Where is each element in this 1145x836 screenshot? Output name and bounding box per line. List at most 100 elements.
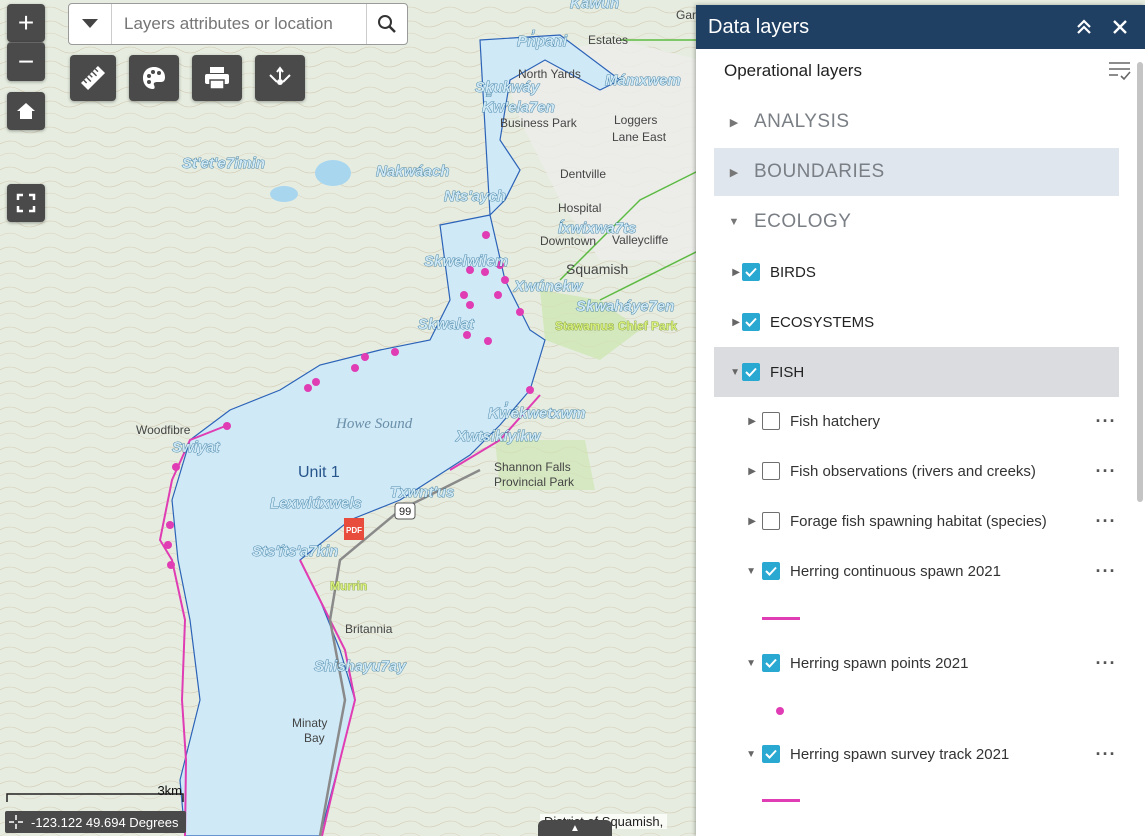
map-label: Sḵ̱ukwáy [475,79,540,97]
layer-label: ECOSYSTEMS [770,313,875,331]
map-label-town: Downtown [540,234,596,248]
search-button[interactable] [366,4,407,44]
more-options-icon[interactable]: ··· [1093,561,1119,582]
map-label: Skwaháye7en [576,298,674,315]
chevron-right-icon[interactable]: ▶ [714,466,762,477]
map-label: Nts'aych [444,188,506,205]
data-layers-panel: Data layers Operational layers ▶ ANALYSI… [696,5,1145,836]
more-options-icon[interactable]: ··· [1093,461,1119,482]
more-options-icon[interactable]: ··· [1093,653,1119,674]
layer-fish[interactable]: ▼ FISH [714,347,1119,397]
sublayer-fish-observations[interactable]: ▶ Fish observations (rivers and creeks) … [714,448,1119,494]
fullscreen-icon [16,193,36,213]
panel-scrollbar[interactable] [1137,62,1143,502]
coordinate-readout[interactable]: -123.122 49.694 Degrees [5,811,187,833]
map-label-town: Hospital [558,201,601,215]
zoom-out-button[interactable]: − [7,42,45,81]
layer-checkbox[interactable] [762,745,780,763]
sublayer-forage-fish[interactable]: ▶ Forage fish spawning habitat (species)… [714,498,1119,544]
sublayer-label: Fish hatchery [790,412,881,430]
chevron-right-icon[interactable]: ▶ [714,267,742,278]
chevron-down-icon[interactable]: ▼ [714,367,742,378]
map-label-water: Howe Sound [335,416,413,432]
chevron-right-icon[interactable]: ▶ [714,516,762,527]
close-panel-button[interactable] [1107,14,1133,40]
map-label-town: Squamish [566,261,628,277]
home-button[interactable] [7,92,45,130]
operational-layers-header: Operational layers [696,49,1145,93]
chevron-right-icon: ▶ [729,166,739,179]
legend-point-swatch [776,707,784,715]
search-source-dropdown[interactable] [69,4,112,44]
sublayer-fish-hatchery[interactable]: ▶ Fish hatchery ··· [714,398,1119,444]
layer-checkbox[interactable] [742,313,760,331]
chevron-down-icon[interactable]: ▼ [714,658,762,669]
layer-checkbox[interactable] [742,363,760,381]
map-label: Skwelwilem [424,253,508,270]
chevron-right-icon[interactable]: ▶ [714,416,762,427]
map-label-town: Shannon Falls [494,460,571,474]
pdf-icon-label: PDF [346,526,362,535]
more-options-icon[interactable]: ··· [1093,411,1119,432]
filter-list-icon [1109,62,1131,81]
group-ecology[interactable]: ▼ ECOLOGY [714,198,1119,246]
layer-birds[interactable]: ▶ BIRDS [714,248,1119,296]
more-options-icon[interactable]: ··· [1093,511,1119,532]
palette-icon [143,67,165,89]
check-icon [765,749,777,759]
chevron-up-icon: ▲ [570,822,580,834]
style-button[interactable] [129,55,179,101]
group-boundaries[interactable]: ▶ BOUNDARIES [714,148,1119,196]
layer-checkbox[interactable] [762,562,780,580]
panel-title: Data layers [708,15,810,38]
layer-checkbox[interactable] [762,512,780,530]
chevron-right-icon: ▶ [729,116,739,129]
layer-options-button[interactable] [1107,58,1133,84]
sublayer-herring-continuous[interactable]: ▼ Herring continuous spawn 2021 ··· [714,548,1119,594]
check-icon [745,317,757,327]
sublayer-herring-points[interactable]: ▼ Herring spawn points 2021 ··· [714,640,1119,686]
map-label-town: Dentville [560,167,606,181]
scale-label: 3km [157,783,182,798]
map-label-park: Murrin [330,579,367,593]
chevron-right-icon[interactable]: ▶ [714,317,742,328]
map-label-town: North Yards [518,67,581,81]
map-label: Shishayu7ay [314,658,406,675]
group-analysis[interactable]: ▶ ANALYSIS [714,98,1119,146]
sublayer-label: Herring continuous spawn 2021 [790,562,1001,580]
collapse-panel-button[interactable] [1071,14,1097,40]
chevron-down-icon[interactable]: ▼ [714,566,762,577]
layer-ecosystems[interactable]: ▶ ECOSYSTEMS [714,298,1119,346]
layer-checkbox[interactable] [762,654,780,672]
layer-checkbox[interactable] [762,412,780,430]
group-label: BOUNDARIES [754,161,885,182]
share-icon [269,66,291,85]
group-label: ECOLOGY [754,211,852,232]
map-label: Mámxwem [605,72,681,89]
map-label: Xwúnekw [513,278,584,295]
map-label-town: Loggers [614,113,657,127]
sublayer-label: Herring spawn survey track 2021 [790,745,1010,763]
map-label-unit: Unit 1 [298,464,340,481]
search-input[interactable] [112,6,366,42]
sublayer-herring-track[interactable]: ▼ Herring spawn survey track 2021 ··· [714,731,1119,777]
share-button[interactable] [255,55,305,101]
print-button[interactable] [192,55,242,101]
chevron-down-icon[interactable]: ▼ [714,749,762,760]
map-label-town: Lane East [612,130,667,144]
coordinate-text: -123.122 49.694 Degrees [31,814,179,830]
sublayer-label: Forage fish spawning habitat (species) [790,512,1047,530]
crosshair-icon [9,815,23,829]
layer-checkbox[interactable] [742,263,760,281]
map-label: Sts'íts'a7kin [252,543,338,560]
more-options-icon[interactable]: ··· [1093,744,1119,765]
measure-button[interactable] [70,55,116,101]
layer-checkbox[interactable] [762,462,780,480]
map-label: Skwalat [418,316,475,333]
attribute-table-toggle[interactable]: ▲ [538,820,612,836]
fullscreen-button[interactable] [7,184,45,222]
operational-layers-title: Operational layers [724,61,862,80]
lake [270,186,298,202]
double-chevron-up-icon [1077,19,1091,34]
zoom-in-button[interactable]: + [7,4,45,42]
